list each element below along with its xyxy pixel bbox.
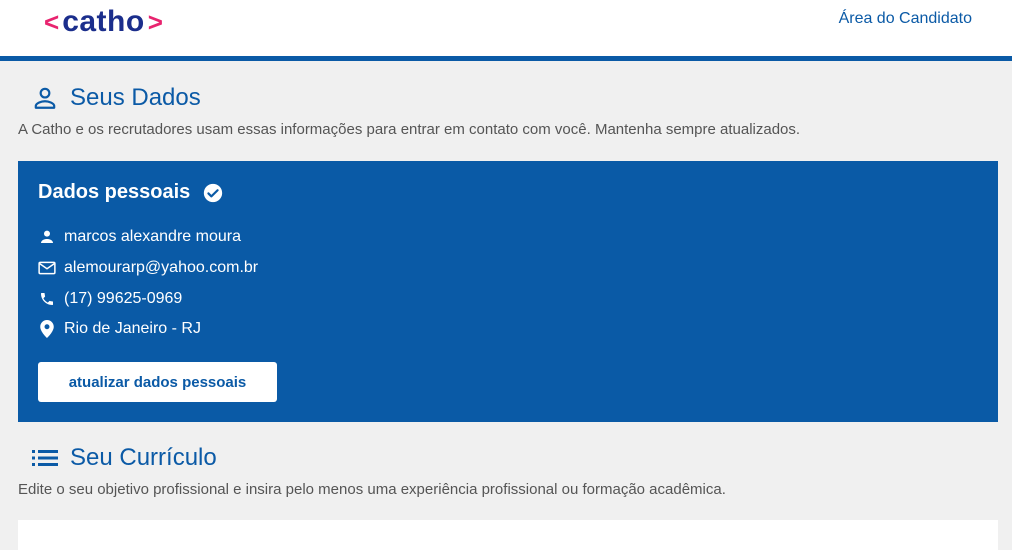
header-divider [0, 56, 1012, 61]
resume-section-description: Edite o seu objetivo profissional e insi… [18, 481, 726, 498]
mail-icon [38, 259, 56, 277]
user-phone: (17) 99625-0969 [64, 290, 183, 307]
resume-section-title: Seu Currículo [70, 444, 217, 471]
catho-logo[interactable]: < catho > [44, 6, 163, 38]
user-location: Rio de Janeiro - RJ [64, 320, 201, 337]
logo-left-bracket: < [44, 7, 60, 37]
location-row: Rio de Janeiro - RJ [38, 320, 201, 338]
check-circle-icon [202, 182, 224, 204]
top-navbar: < catho > Área do Candidato [0, 0, 1012, 56]
update-personal-data-button[interactable]: atualizar dados pessoais [38, 362, 277, 402]
personal-card-title: Dados pessoais [38, 181, 191, 203]
area-candidato-link[interactable]: Área do Candidato [839, 10, 972, 28]
resume-card [18, 520, 998, 550]
personal-section-title: Seus Dados [70, 84, 201, 111]
personal-section-description: A Catho e os recrutadores usam essas inf… [18, 121, 801, 138]
logo-text: catho [62, 5, 145, 38]
email-row: alemourarp@yahoo.com.br [38, 259, 258, 277]
location-pin-icon [38, 320, 56, 338]
phone-icon [38, 290, 56, 308]
list-icon [32, 447, 58, 469]
user-name: marcos alexandre moura [64, 228, 241, 245]
name-row: marcos alexandre moura [38, 228, 241, 246]
person-outline-icon [32, 85, 58, 111]
person-icon [38, 228, 56, 246]
resume-section-header: Seu Currículo [32, 444, 217, 472]
user-email: alemourarp@yahoo.com.br [64, 259, 259, 276]
personal-data-card: Dados pessoais marcos alexandre moura al… [18, 161, 998, 422]
personal-section-header: Seus Dados [32, 84, 201, 112]
personal-card-header: Dados pessoais [38, 181, 224, 204]
phone-row: (17) 99625-0969 [38, 290, 182, 308]
logo-right-bracket: > [147, 7, 163, 37]
